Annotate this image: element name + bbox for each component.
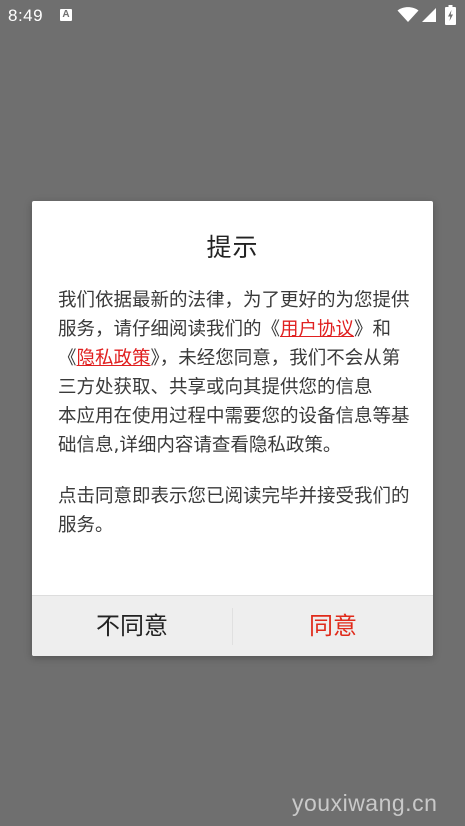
agree-button[interactable]: 同意 (233, 596, 433, 656)
consent-paragraph-3: 点击同意即表示您已阅读完毕并接受我们的服务。 (58, 486, 410, 536)
battery-charging-icon (445, 5, 456, 25)
dialog-body: 我们依据最新的法律，为了更好的为您提供服务，请仔细阅读我们的《用户协议》和《隐私… (58, 286, 410, 540)
dialog-title: 提示 (206, 233, 259, 262)
watermark-text: youxiwang.cn (292, 790, 438, 816)
privacy-policy-link[interactable]: 隐私政策 (77, 348, 151, 369)
wifi-icon (397, 7, 419, 22)
dialog-button-bar: 不同意 同意 (32, 595, 433, 656)
user-agreement-link[interactable]: 用户协议 (280, 319, 354, 340)
consent-paragraph-2: 本应用在使用过程中需要您的设备信息等基础信息,详细内容请查看隐私政策。 (58, 406, 410, 456)
consent-paragraph-1: 我们依据最新的法律，为了更好的为您提供服务，请仔细阅读我们的《用户协议》和《隐私… (58, 286, 410, 402)
disagree-button[interactable]: 不同意 (32, 596, 232, 656)
consent-dialog: 提示 我们依据最新的法律，为了更好的为您提供服务，请仔细阅读我们的《用户协议》和… (32, 201, 433, 656)
notification-icon: A (60, 9, 72, 21)
status-bar: 8:49 A (0, 0, 465, 32)
status-time: 8:49 (8, 6, 44, 25)
signal-icon (422, 8, 436, 22)
